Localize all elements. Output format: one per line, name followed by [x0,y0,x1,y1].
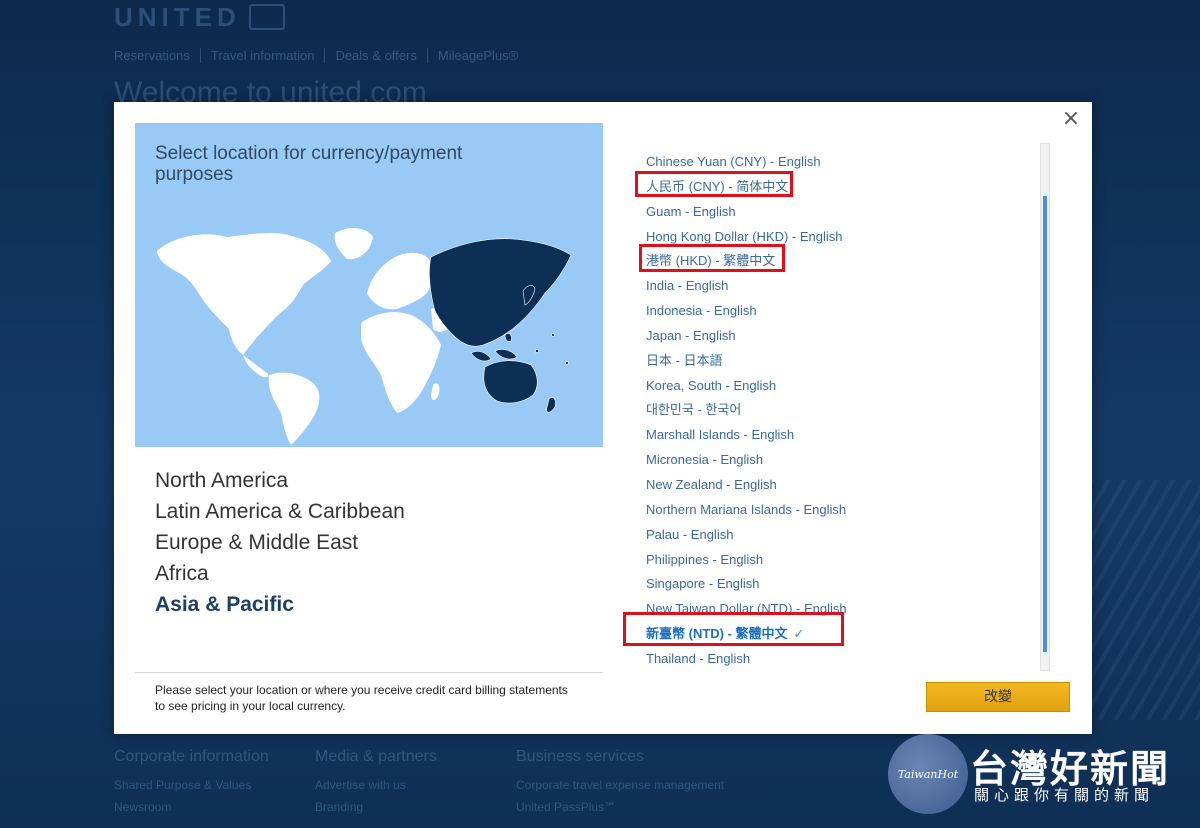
currency-option[interactable]: India - English [646,274,1026,299]
currency-option[interactable]: 대한민국 - 한국어 [646,398,1026,423]
currency-option-label: Japan - English [646,327,736,343]
location-note: Please select your location or where you… [155,683,568,713]
world-map-panel: Select location for currency/payment pur… [135,123,603,447]
currency-option[interactable]: Marshall Islands - English [646,423,1026,448]
footer-link[interactable]: Corporate travel expense management [516,778,776,792]
close-icon[interactable]: × [1060,108,1082,130]
currency-option[interactable]: Philippines - English [646,548,1026,573]
footer-heading: Corporate information [114,748,269,765]
currency-option-label: Thailand - English [646,650,751,666]
currency-option[interactable]: Singapore - English [646,572,1026,597]
currency-option-label: Marshall Islands - English [646,427,795,443]
background-decoration [1090,480,1200,720]
region-africa[interactable]: Africa [155,563,405,585]
currency-option-label: New Taiwan Dollar (NTD) - English [646,601,847,617]
checkmark-icon: ✓ [793,626,805,642]
currency-option[interactable]: Palau - English [646,523,1026,548]
footer-link[interactable]: United PassPlus℠ [516,800,776,814]
taiwanhot-watermark: TaiwanHot 台灣好新聞 關心跟你有關的新聞 [884,732,1200,828]
divider [135,672,603,673]
currency-option-label: Singapore - English [646,576,760,592]
currency-option-label: 대한민국 - 한국어 [646,402,742,418]
watermark-logo-text: TaiwanHot [897,767,959,781]
currency-option-label: Hong Kong Dollar (HKD) - English [646,228,843,244]
footer-link[interactable]: Advertise with us [315,778,490,792]
currency-option[interactable]: Thailand - English [646,647,1026,672]
footer-col-corporate: Corporate information Shared Purpose & V… [114,748,289,822]
region-asia-pacific[interactable]: Asia & Pacific [155,594,405,616]
nav-mileageplus[interactable]: MileagePlus® [438,48,528,63]
currency-option-label: Korea, South - English [646,377,777,393]
currency-option-label: 人民币 (CNY) - 简体中文 [646,178,789,194]
footer-col-media: Media & partners Advertise with us Brand… [315,748,490,822]
currency-option[interactable]: Hong Kong Dollar (HKD) - English [646,225,1026,250]
footer-heading: Media & partners [315,748,437,765]
background-nav: Reservations Travel information Deals & … [114,48,538,63]
taiwanhot-logo: TaiwanHot [888,734,968,814]
currency-option-label: 日本 - 日本語 [646,352,723,368]
currency-option[interactable]: 新臺幣 (NTD) - 繁體中文 ✓ [646,622,1026,647]
scrollbar-thumb[interactable] [1043,196,1047,652]
currency-option[interactable]: Micronesia - English [646,448,1026,473]
currency-option-label: 港幣 (HKD) - 繁體中文 [646,253,776,269]
currency-option[interactable]: New Taiwan Dollar (NTD) - English [646,597,1026,622]
region-latin-america-caribbean[interactable]: Latin America & Caribbean [155,501,405,523]
dialog-title: Select location for currency/payment pur… [155,143,463,185]
nav-deals-offers[interactable]: Deals & offers [335,48,428,63]
currency-option[interactable]: Chinese Yuan (CNY) - English [646,150,1026,175]
currency-option-label: Northern Mariana Islands - English [646,501,847,517]
currency-option-label: New Zealand - English [646,476,777,492]
united-logo: UNITED [114,2,285,32]
region-list: North America Latin America & Caribbean … [155,470,405,625]
region-north-america[interactable]: North America [155,470,405,492]
currency-location-dialog: × Select location for currency/payment p… [114,102,1092,734]
currency-option-label: India - English [646,278,729,294]
currency-scrollbar[interactable] [1040,143,1050,671]
footer-link[interactable]: Shared Purpose & Values [114,778,289,792]
currency-option[interactable]: Korea, South - English [646,374,1026,399]
currency-option-label: Indonesia - English [646,303,757,319]
currency-option[interactable]: 日本 - 日本語 [646,349,1026,374]
watermark-subtitle: 關心跟你有關的新聞 [974,786,1155,804]
currency-option-label: Palau - English [646,526,734,542]
currency-option[interactable]: 人民币 (CNY) - 简体中文 [646,175,1026,200]
region-europe-middle-east[interactable]: Europe & Middle East [155,532,405,554]
currency-option-label: Philippines - English [646,551,764,567]
logo-text: UNITED [114,1,241,32]
footer-col-business: Business services Corporate travel expen… [516,748,776,822]
footer-heading: Business services [516,748,645,765]
background-footer: Corporate information Shared Purpose & V… [114,748,776,822]
nav-travel-information[interactable]: Travel information [211,48,326,63]
currency-option[interactable]: New Zealand - English [646,473,1026,498]
globe-logo-icon [248,4,285,30]
currency-option[interactable]: Indonesia - English [646,299,1026,324]
currency-option-label: Micronesia - English [646,452,764,468]
currency-option-label: 新臺幣 (NTD) - 繁體中文 [646,626,788,642]
change-button[interactable]: 改變 [926,682,1070,712]
currency-option[interactable]: Northern Mariana Islands - English [646,498,1026,523]
nav-reservations[interactable]: Reservations [114,48,201,63]
currency-option-label: Guam - English [646,203,736,219]
currency-option[interactable]: Guam - English [646,200,1026,225]
currency-list: Chinese Yuan (CNY) - English 人民币 (CNY) - … [646,150,1026,672]
currency-option-label: Chinese Yuan (CNY) - English [646,154,821,169]
currency-option[interactable]: 港幣 (HKD) - 繁體中文 [646,249,1026,274]
footer-link[interactable]: Branding [315,800,490,814]
currency-option[interactable]: Japan - English [646,324,1026,349]
footer-link[interactable]: Newsroom [114,800,289,814]
